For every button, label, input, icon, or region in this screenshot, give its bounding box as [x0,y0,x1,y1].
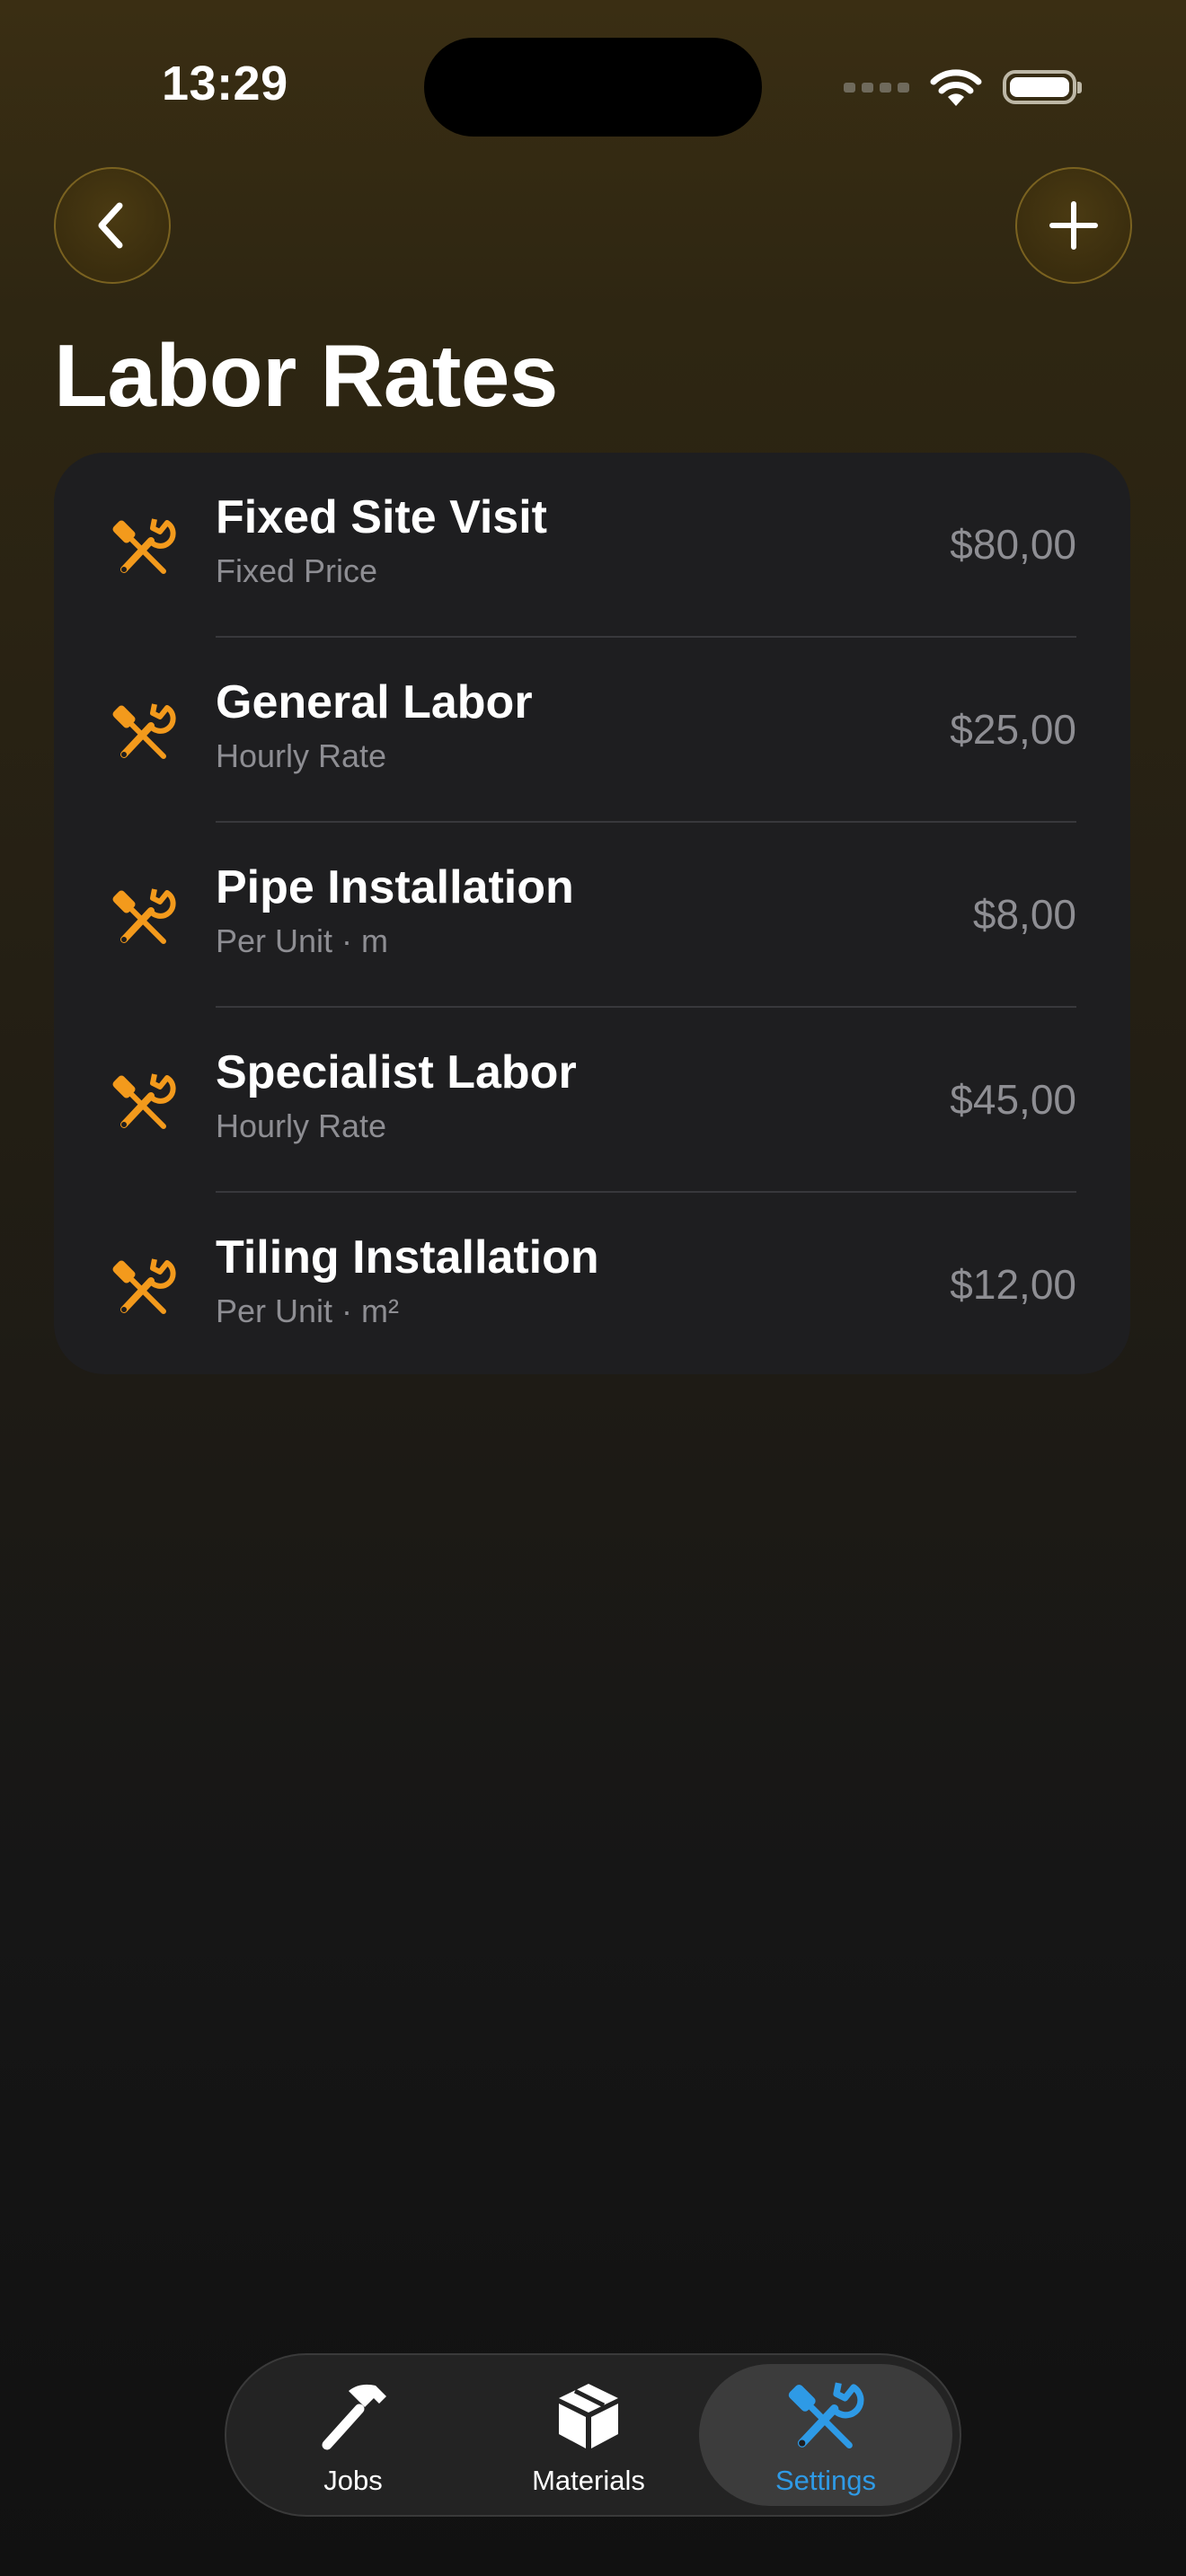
labor-rate-type: Per Unit · m [216,922,389,959]
tools-icon [111,1069,176,1134]
back-button[interactable] [54,167,171,284]
labor-rate-type: Hourly Rate [216,1107,387,1144]
labor-rates-list: Fixed Site Visit Fixed Price $80,00 Gene… [54,453,1130,1374]
tools-icon [785,2377,866,2454]
add-labor-rate-button[interactable] [1015,167,1132,284]
tab-label: Settings [774,2465,876,2496]
tab-settings[interactable]: Settings [699,2364,952,2506]
status-indicators [844,65,1082,110]
labor-rate-price: $80,00 [950,521,1076,568]
labor-rate-price: $12,00 [950,1261,1076,1308]
labor-rate-price: $8,00 [972,891,1076,938]
labor-rate-name: Tiling Installation [216,1231,599,1284]
tools-icon [111,884,176,948]
tools-icon [111,1254,176,1319]
tab-materials[interactable]: Materials [462,2364,715,2506]
labor-rate-row-tiling-installation[interactable]: Tiling Installation Per Unit · m² $12,00 [54,1193,1130,1374]
labor-rate-type: Hourly Rate [216,737,387,774]
page-title: Labor Rates [54,326,558,425]
labor-rate-row-general-labor[interactable]: General Labor Hourly Rate $25,00 [54,638,1130,823]
labor-rate-name: Pipe Installation [216,861,574,913]
labor-rate-price: $45,00 [950,1076,1076,1123]
labor-rate-type: Per Unit · m² [216,1292,400,1329]
dynamic-island [424,38,762,137]
labor-rate-row-pipe-installation[interactable]: Pipe Installation Per Unit · m $8,00 [54,823,1130,1008]
tools-icon [111,514,176,578]
labor-rate-row-fixed-site-visit[interactable]: Fixed Site Visit Fixed Price $80,00 [54,453,1130,638]
box-icon [559,2384,618,2448]
tab-jobs[interactable]: Jobs [226,2364,480,2506]
wifi-icon [930,69,982,106]
labor-rate-name: General Labor [216,676,533,728]
battery-icon [1003,70,1082,104]
chevron-left-icon [98,202,123,249]
tab-label: Jobs [323,2465,383,2496]
labor-rate-name: Specialist Labor [216,1046,577,1098]
labor-rate-price: $25,00 [950,706,1076,753]
labor-rate-name: Fixed Site Visit [216,491,547,543]
tab-label: Materials [532,2465,645,2496]
labor-rate-type: Fixed Price [216,552,378,589]
tools-icon [111,699,176,763]
hammer-icon [322,2384,386,2450]
tab-bar: Jobs Materials Settings [225,2353,961,2517]
labor-rate-row-specialist-labor[interactable]: Specialist Labor Hourly Rate $45,00 [54,1008,1130,1193]
cellular-signal-icon [844,82,909,93]
status-time: 13:29 [162,57,288,110]
plus-icon [1049,201,1098,250]
